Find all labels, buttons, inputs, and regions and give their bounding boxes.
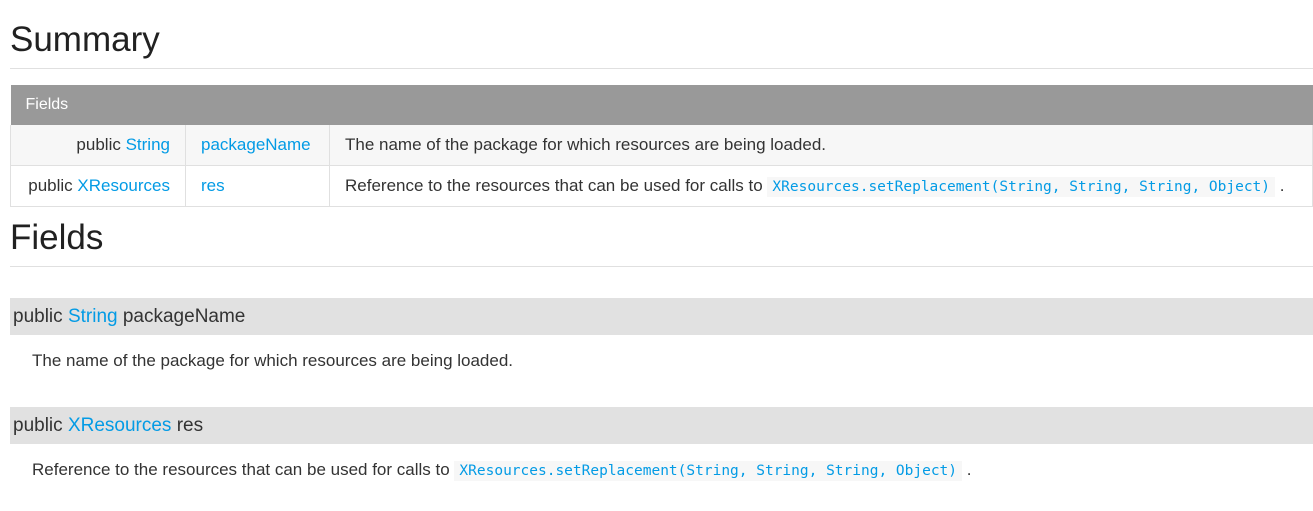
table-cell-type: public XResources — [10, 165, 186, 207]
trailing-period: . — [1279, 176, 1285, 195]
description-text: The name of the package for which resour… — [32, 351, 514, 370]
reference-page: Summary Fields public String packageName… — [0, 0, 1313, 511]
description-text: Reference to the resources that can be u… — [32, 460, 450, 479]
fields-divider — [10, 266, 1313, 267]
table-cell-name: packageName — [185, 125, 330, 166]
member-name: packageName — [122, 306, 246, 327]
table-header-row: Fields — [10, 85, 1313, 125]
type-link-string[interactable]: String — [68, 306, 118, 327]
modifier-text: public — [28, 176, 73, 195]
modifier-text: public — [13, 415, 63, 436]
field-link-res[interactable]: res — [201, 176, 225, 195]
table-cell-description: Reference to the resources that can be u… — [329, 165, 1313, 207]
type-link-xresources[interactable]: XResources — [68, 415, 172, 436]
member-name: res — [176, 415, 204, 436]
modifier-text: public — [13, 306, 63, 327]
table-cell-type: public String — [10, 125, 186, 166]
trailing-period: . — [966, 460, 972, 479]
summary-heading: Summary — [10, 20, 160, 59]
table-cell-description: The name of the package for which resour… — [329, 125, 1313, 166]
fields-summary-table: Fields public String packageName The nam… — [10, 85, 1313, 207]
field-link-packagename[interactable]: packageName — [201, 135, 311, 154]
member-description: The name of the package for which resour… — [32, 351, 513, 371]
table-row: public XResources res Reference to the r… — [10, 165, 1313, 207]
type-link-string[interactable]: String — [126, 135, 170, 154]
table-header-fields: Fields — [10, 85, 1313, 125]
type-link-xresources[interactable]: XResources — [77, 176, 170, 195]
fields-heading: Fields — [10, 218, 104, 257]
code-link-setreplacement[interactable]: XResources.setReplacement(String, String… — [454, 461, 963, 481]
description-text: Reference to the resources that can be u… — [345, 176, 763, 195]
code-link-setreplacement[interactable]: XResources.setReplacement(String, String… — [767, 177, 1276, 197]
table-cell-name: res — [185, 165, 330, 207]
description-text: The name of the package for which resour… — [345, 135, 827, 154]
table-row: public String packageName The name of th… — [10, 125, 1313, 166]
summary-divider — [10, 68, 1313, 69]
member-header-packagename: public String packageName — [10, 298, 1313, 335]
modifier-text: public — [76, 135, 121, 154]
member-description: Reference to the resources that can be u… — [32, 460, 972, 481]
member-header-res: public XResources res — [10, 407, 1313, 444]
